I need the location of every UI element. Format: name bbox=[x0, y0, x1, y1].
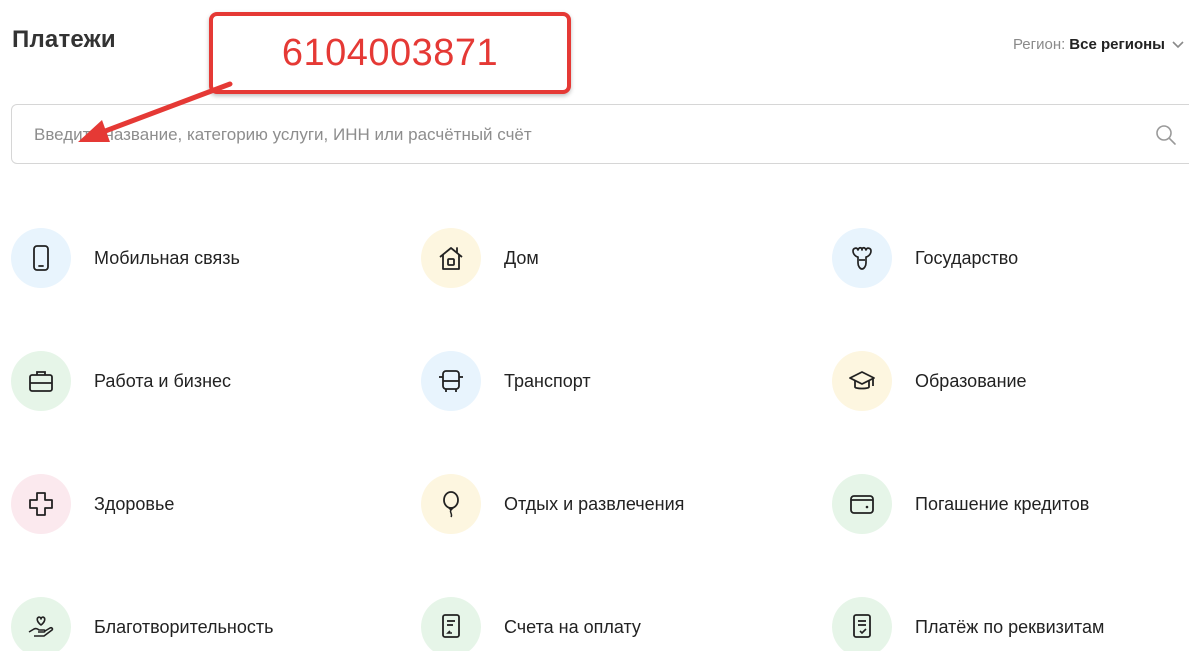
invoice-icon bbox=[442, 614, 460, 638]
category-label: Транспорт bbox=[504, 370, 591, 391]
chevron-down-icon bbox=[1172, 40, 1184, 48]
category-loans[interactable]: Погашение кредитов bbox=[832, 474, 1089, 534]
house-icon bbox=[439, 247, 463, 270]
category-label: Платёж по реквизитам bbox=[915, 616, 1105, 637]
category-label: Образование bbox=[915, 370, 1027, 391]
category-charity[interactable]: Благотворительность bbox=[11, 597, 274, 651]
graduation-cap-icon bbox=[849, 371, 875, 390]
category-label: Дом bbox=[504, 247, 539, 268]
category-education[interactable]: Образование bbox=[832, 351, 1027, 411]
region-selector[interactable]: Регион: Все регионы bbox=[1013, 36, 1187, 53]
medical-cross-icon bbox=[29, 492, 53, 516]
annotation-callout: 6104003871 bbox=[209, 12, 571, 94]
page-title: Платежи bbox=[12, 26, 116, 53]
briefcase-icon bbox=[29, 371, 53, 392]
category-government[interactable]: Государство bbox=[832, 228, 1018, 288]
category-leisure[interactable]: Отдых и развлечения bbox=[421, 474, 684, 534]
annotation-arrow-icon bbox=[78, 81, 233, 142]
payments-page: Платежи Регион: Все регионы Мобильная св… bbox=[0, 0, 1189, 651]
category-transport[interactable]: Транспорт bbox=[421, 351, 591, 411]
category-label: Работа и бизнес bbox=[94, 370, 232, 391]
category-mobile[interactable]: Мобильная связь bbox=[11, 228, 240, 288]
region-value: Все регионы bbox=[1069, 36, 1165, 53]
category-label: Счета на оплату bbox=[504, 616, 641, 637]
category-requisites-payment[interactable]: Платёж по реквизитам bbox=[832, 597, 1104, 651]
region-label: Регион: bbox=[1012, 36, 1066, 53]
phone-icon bbox=[33, 245, 49, 271]
category-label: Благотворительность bbox=[94, 616, 274, 637]
search-icon[interactable] bbox=[1154, 123, 1178, 147]
category-label: Мобильная связь bbox=[94, 247, 240, 268]
document-check-icon bbox=[853, 614, 871, 638]
coat-of-arms-icon bbox=[852, 246, 872, 270]
annotation-text: 6104003871 bbox=[281, 31, 499, 74]
category-home[interactable]: Дом bbox=[421, 228, 539, 288]
search-box[interactable] bbox=[11, 104, 1189, 165]
category-health[interactable]: Здоровье bbox=[11, 474, 174, 534]
balloon-icon bbox=[443, 491, 459, 518]
category-label: Здоровье bbox=[94, 493, 175, 514]
search-input[interactable] bbox=[32, 105, 1136, 165]
wallet-icon bbox=[850, 495, 874, 514]
bus-icon bbox=[439, 370, 463, 392]
category-label: Государство bbox=[915, 247, 1019, 268]
category-invoices[interactable]: Счета на оплату bbox=[421, 597, 641, 651]
category-label: Отдых и развлечения bbox=[504, 493, 685, 514]
category-label: Погашение кредитов bbox=[915, 493, 1090, 514]
heart-hand-icon bbox=[28, 616, 54, 637]
category-business[interactable]: Работа и бизнес bbox=[11, 351, 231, 411]
